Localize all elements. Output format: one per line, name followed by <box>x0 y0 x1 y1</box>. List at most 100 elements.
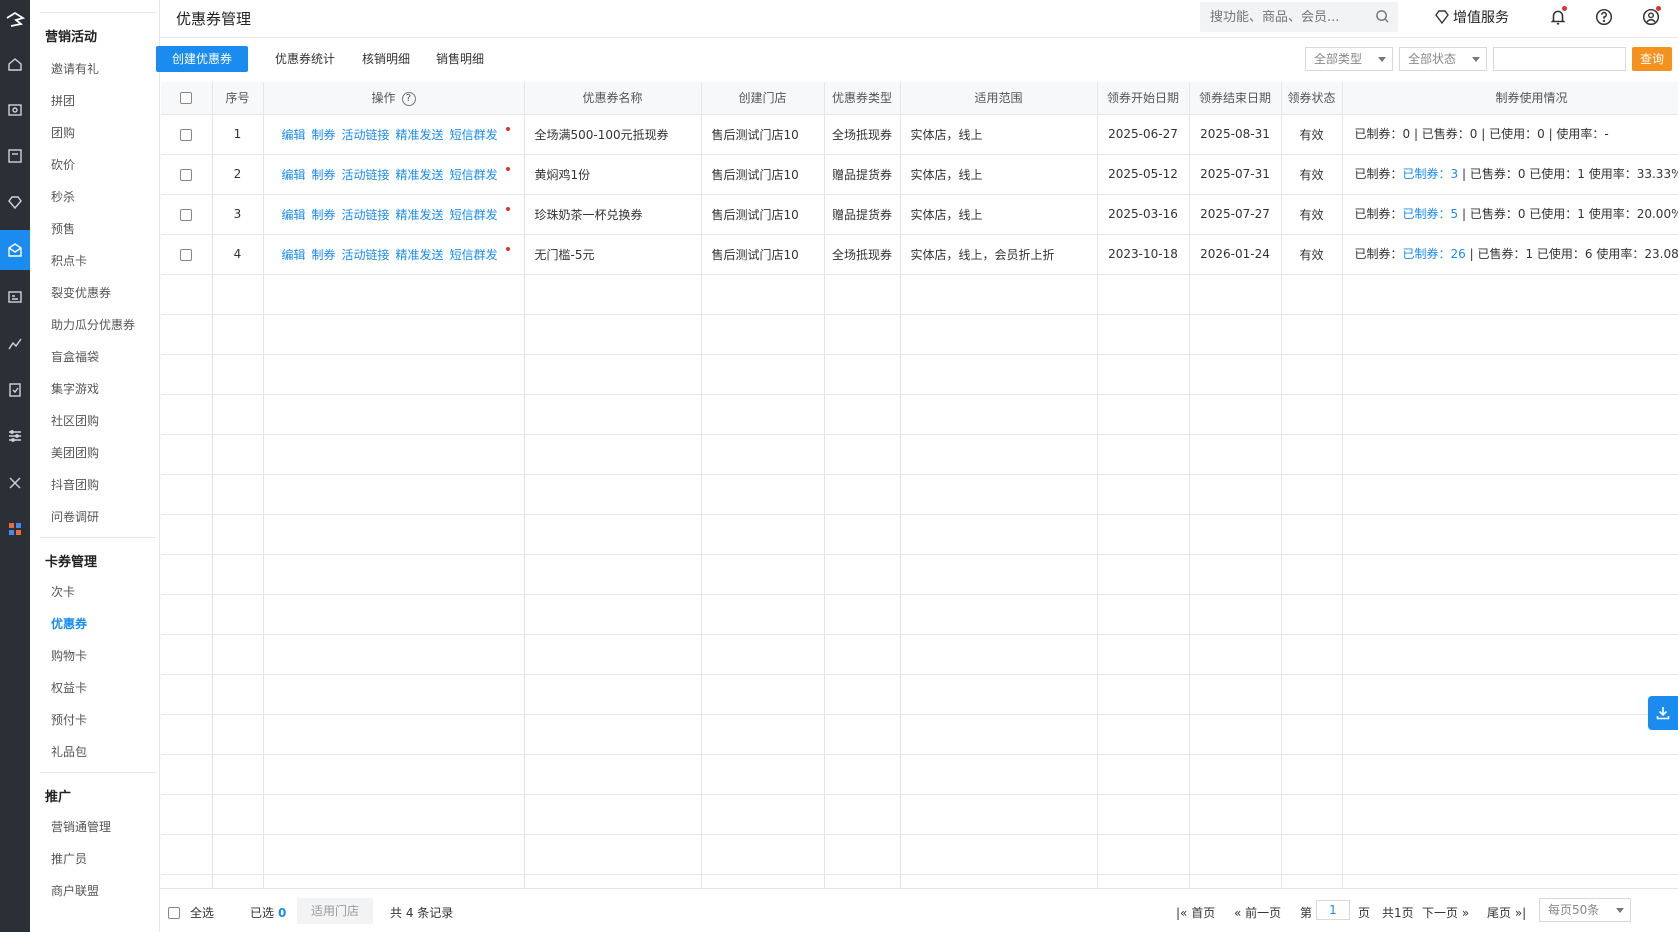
marketing-icon[interactable] <box>0 230 30 270</box>
settings-sliders-icon[interactable] <box>0 416 30 456</box>
op-precise-link[interactable]: 精准发送 <box>396 168 444 182</box>
menu-item-points-card[interactable]: 积点卡 <box>51 252 87 269</box>
help-icon[interactable]: ? <box>401 91 416 106</box>
op-edit-link[interactable]: 编辑 <box>282 248 306 262</box>
menu-item-fission-coupon[interactable]: 裂变优惠券 <box>51 284 111 301</box>
value-added-service-button[interactable]: 增值服务 <box>1434 7 1509 27</box>
bell-icon[interactable] <box>1547 6 1569 28</box>
select-all-toggle[interactable]: 全选 <box>168 904 214 921</box>
row-checkbox-cell <box>161 114 213 155</box>
search-icon[interactable] <box>1375 9 1390 27</box>
tab-sales-details[interactable]: 销售明细 <box>436 46 484 72</box>
table-row[interactable]: 1 编辑 制券 活动链接 精准发送 短信群发 全场满500-100元抵现券 售后测试门店10 全… <box>161 114 1678 155</box>
page-total: 共1页 <box>1382 906 1414 920</box>
tab-coupon-stats[interactable]: 优惠券统计 <box>275 46 335 72</box>
type-select[interactable]: 全部类型 <box>1305 47 1393 71</box>
download-button[interactable] <box>1648 696 1678 730</box>
op-sms-link[interactable]: 短信群发 <box>450 208 498 222</box>
menu-item-group-buy[interactable]: 拼团 <box>51 92 75 109</box>
op-make-link[interactable]: 制券 <box>312 168 336 182</box>
op-link-link[interactable]: 活动链接 <box>342 208 390 222</box>
row-checkbox[interactable] <box>180 208 193 221</box>
menu-item-invite[interactable]: 邀请有礼 <box>51 60 99 77</box>
create-coupon-button[interactable]: 创建优惠券 <box>156 46 249 72</box>
select-all-footer-checkbox[interactable] <box>168 906 180 919</box>
apply-store-button[interactable]: 适用门店 <box>297 898 374 924</box>
row-checkbox[interactable] <box>180 128 193 141</box>
menu-group-title: 营销活动 <box>45 30 98 45</box>
menu-item-alliance[interactable]: 商户联盟 <box>51 882 99 899</box>
tab-redeem-details[interactable]: 核销明细 <box>362 46 410 72</box>
search-input[interactable] <box>1200 2 1360 32</box>
menu-item-gift-pack[interactable]: 礼品包 <box>51 743 87 760</box>
op-edit-link[interactable]: 编辑 <box>282 208 306 222</box>
selected-label: 已选 <box>250 906 275 920</box>
member-icon[interactable] <box>0 182 30 222</box>
keyword-input[interactable] <box>1493 47 1626 71</box>
select-all-checkbox[interactable] <box>180 92 193 105</box>
menu-item-assist-coupon[interactable]: 助力瓜分优惠券 <box>51 316 135 333</box>
usage-made-link[interactable]: 已制券：3 <box>1403 167 1459 181</box>
op-make-link[interactable]: 制券 <box>312 128 336 142</box>
menu-item-survey[interactable]: 问卷调研 <box>51 508 99 525</box>
menu-item-marketing-pass[interactable]: 营销通管理 <box>51 818 111 835</box>
op-precise-link[interactable]: 精准发送 <box>396 128 444 142</box>
menu-item-word-game[interactable]: 集字游戏 <box>51 380 99 397</box>
per-page-select[interactable]: 每页50条 <box>1539 898 1631 922</box>
op-edit-link[interactable]: 编辑 <box>282 168 306 182</box>
usage-made-link[interactable]: 已制券：5 <box>1403 207 1459 221</box>
first-page-button[interactable]: |« 首页 <box>1176 904 1215 921</box>
last-page-button[interactable]: 尾页 »| <box>1487 904 1526 921</box>
last-page-label: 尾页 <box>1487 906 1512 920</box>
row-checkbox[interactable] <box>180 248 193 261</box>
page-number-input[interactable]: 1 <box>1316 900 1350 920</box>
row-checkbox[interactable] <box>180 168 193 181</box>
menu-item-coupon[interactable]: 优惠券 <box>51 615 87 632</box>
user-icon[interactable] <box>1640 6 1662 28</box>
menu-item-bargain[interactable]: 砍价 <box>51 156 75 173</box>
empty-row <box>161 874 1678 888</box>
menu-item-flash-sale[interactable]: 秒杀 <box>51 188 75 205</box>
query-button[interactable]: 查询 <box>1632 47 1672 71</box>
status-select[interactable]: 全部状态 <box>1399 47 1487 71</box>
apps-icon[interactable] <box>0 509 30 549</box>
menu-item-presale[interactable]: 预售 <box>51 220 75 237</box>
op-precise-link[interactable]: 精准发送 <box>396 208 444 222</box>
next-page-button[interactable]: 下一页 » <box>1422 904 1469 921</box>
menu-item-community[interactable]: 社区团购 <box>51 412 99 429</box>
op-sms-link[interactable]: 短信群发 <box>450 168 498 182</box>
tools-icon[interactable] <box>0 463 30 503</box>
menu-item-promoter[interactable]: 推广员 <box>51 850 87 867</box>
op-precise-link[interactable]: 精准发送 <box>396 248 444 262</box>
goods-icon[interactable] <box>0 90 30 130</box>
table-row[interactable]: 2 编辑 制券 活动链接 精准发送 短信群发 黄焖鸡1份 售后测试门店10 赠品提货券 实体店，线… <box>161 154 1678 195</box>
menu-item-douyin[interactable]: 抖音团购 <box>51 476 99 493</box>
op-make-link[interactable]: 制券 <box>312 248 336 262</box>
usage-made-link[interactable]: 已制券：26 <box>1403 247 1466 261</box>
prev-page-button[interactable]: « 前一页 <box>1234 904 1281 921</box>
op-edit-link[interactable]: 编辑 <box>282 128 306 142</box>
op-sms-link[interactable]: 短信群发 <box>450 248 498 262</box>
op-make-link[interactable]: 制券 <box>312 208 336 222</box>
report-icon[interactable] <box>0 370 30 410</box>
menu-item-blind-box[interactable]: 盲盒福袋 <box>51 348 99 365</box>
card-icon[interactable] <box>0 277 30 317</box>
menu-item-meituan[interactable]: 美团团购 <box>51 444 99 461</box>
menu-item-benefit-card[interactable]: 权益卡 <box>51 679 87 696</box>
chart-icon[interactable] <box>0 323 30 363</box>
help-icon[interactable] <box>1593 6 1615 28</box>
menu-item-prepaid-card[interactable]: 预付卡 <box>51 711 87 728</box>
empty-cell <box>1281 794 1343 835</box>
menu-item-shopping-card[interactable]: 购物卡 <box>51 647 87 664</box>
order-icon[interactable] <box>0 136 30 176</box>
menu-item-tuangou[interactable]: 团购 <box>51 124 75 141</box>
op-link-link[interactable]: 活动链接 <box>342 248 390 262</box>
op-link-link[interactable]: 活动链接 <box>342 128 390 142</box>
home-icon[interactable] <box>0 44 30 84</box>
op-sms-link[interactable]: 短信群发 <box>450 128 498 142</box>
prev-page-label: 前一页 <box>1245 906 1282 920</box>
table-row[interactable]: 3 编辑 制券 活动链接 精准发送 短信群发 珍珠奶茶一杯兑换券 售后测试门店10 赠品提货券实… <box>161 194 1678 235</box>
op-link-link[interactable]: 活动链接 <box>342 168 390 182</box>
menu-item-times-card[interactable]: 次卡 <box>51 583 75 600</box>
table-row[interactable]: 4 编辑 制券 活动链接 精准发送 短信群发 无门槛-5元 售后测试门店10 全场抵现券 实体店，… <box>161 234 1678 275</box>
